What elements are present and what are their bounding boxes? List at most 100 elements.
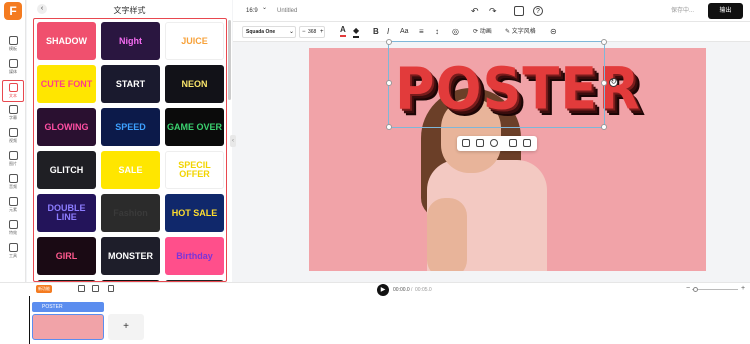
resize-handle[interactable] (601, 124, 607, 130)
rail-item-templates[interactable]: 模板 (2, 34, 24, 56)
align-icon[interactable]: ≡ (419, 22, 424, 42)
text-selection-box[interactable] (386, 39, 607, 130)
panel-title: 文字样式 (113, 6, 146, 15)
highlight-icon[interactable]: ◆ (353, 25, 360, 38)
rail-item-images[interactable]: 图片 (2, 149, 24, 171)
zoom-slider[interactable] (692, 289, 738, 290)
resize-handle[interactable] (601, 80, 607, 86)
app-logo[interactable]: F (4, 2, 22, 20)
zoom-out-icon[interactable]: − (686, 285, 690, 292)
text-style-tile[interactable]: SHADOW (37, 22, 96, 60)
image-icon (8, 151, 18, 160)
zoom-slider-thumb[interactable] (693, 287, 698, 292)
element-quick-toolbar (457, 136, 537, 151)
rail-item-tools[interactable]: 工具 (2, 241, 24, 263)
duplicate-icon[interactable] (509, 139, 517, 147)
resize-handle[interactable] (386, 124, 392, 130)
resize-handle[interactable] (601, 39, 607, 45)
help-icon[interactable]: ? (533, 6, 543, 16)
fit-screen-icon[interactable] (514, 6, 524, 16)
text-style-tile[interactable]: GIRL (37, 237, 96, 275)
font-size-stepper[interactable]: − 368 + (299, 26, 325, 38)
text-style-tile[interactable]: DOUBLE LINE (37, 194, 96, 232)
text-style-tile[interactable]: START (101, 65, 160, 103)
lock-icon[interactable] (490, 139, 498, 147)
delete-icon[interactable] (108, 285, 114, 292)
text-style-tile[interactable]: SPECIL OFFER (165, 151, 224, 189)
minus-icon[interactable]: − (302, 27, 306, 38)
time-separator: / (411, 287, 413, 293)
text-style-tile[interactable]: GAME OVER (165, 108, 224, 146)
text-style-tile-label: SHADOW (46, 35, 87, 46)
resize-handle[interactable] (386, 80, 392, 86)
text-track[interactable]: POSTER (32, 302, 104, 312)
text-style-tile-label: SPEED (115, 121, 146, 132)
resize-handle[interactable] (386, 39, 392, 45)
rail-item-video[interactable]: 视频 (2, 126, 24, 148)
case-icon[interactable]: Aa (400, 22, 409, 42)
panel-scrollbar[interactable] (228, 20, 231, 100)
rail-item-label: 图片 (9, 161, 17, 166)
trash-icon[interactable] (523, 139, 531, 147)
text-style-tile[interactable]: SPEED (101, 108, 160, 146)
more-options-icon[interactable]: ⊝ (550, 22, 557, 42)
text-style-tile[interactable]: SALE (101, 151, 160, 189)
text-style-tile-label: DOUBLE LINE (47, 203, 86, 222)
animation-button[interactable]: ⟳ 动画 (473, 22, 492, 42)
add-clip-button[interactable]: + (108, 314, 144, 340)
text-style-tile[interactable]: MONSTER (101, 237, 160, 275)
export-button[interactable]: 输出 (708, 3, 743, 19)
effects-icon (8, 220, 18, 229)
total-time: 00:05.0 (415, 287, 432, 293)
text-style-tile-label: SALE (118, 164, 143, 175)
text-style-tile-label: GAME OVER (166, 121, 222, 132)
rail-item-elements[interactable]: 元素 (2, 195, 24, 217)
zoom-in-icon[interactable]: + (741, 285, 745, 292)
video-clip[interactable] (32, 314, 104, 340)
text-color-icon[interactable]: A (340, 24, 346, 37)
playback-bar: 新功能 ▶ 00:00.0 / 00:05.0 − + (0, 282, 750, 296)
text-style-tile[interactable]: CUTE FONT (37, 65, 96, 103)
effects-icon[interactable]: ◎ (452, 22, 459, 42)
redo-icon[interactable]: ↷ (489, 1, 497, 21)
rail-item-subtitles[interactable]: 字幕 (2, 103, 24, 125)
collapse-panel-icon[interactable]: ‹ (230, 135, 236, 147)
layer-order-icon[interactable] (462, 139, 470, 147)
text-style-tile-label: HOT SALE (171, 207, 218, 218)
rail-item-audio[interactable]: 音频 (2, 172, 24, 194)
rotate-icon[interactable]: ↻ (609, 78, 618, 87)
text-style-tile[interactable]: HOT SALE (165, 194, 224, 232)
rail-item-effects[interactable]: 特效 (2, 218, 24, 240)
copy-icon[interactable] (92, 285, 99, 292)
undo-icon[interactable]: ↶ (471, 1, 479, 21)
chevron-down-icon: ⌄ (289, 29, 295, 35)
photo-arm (427, 198, 467, 271)
playhead[interactable] (29, 296, 30, 344)
text-style-tile[interactable]: NEON (165, 65, 224, 103)
text-style-tile[interactable]: GLITCH (37, 151, 96, 189)
text-style-tile[interactable]: GLOWING (37, 108, 96, 146)
bold-icon[interactable]: B (373, 22, 379, 42)
plus-icon[interactable]: + (320, 27, 324, 38)
text-style-tile[interactable]: JUICE (165, 22, 224, 60)
font-name: Squada One (246, 29, 276, 35)
track-label: POSTER (42, 304, 63, 310)
text-style-tile[interactable]: Birthday (165, 237, 224, 275)
rail-item-label: 特效 (9, 230, 17, 235)
rail-item-label: 模板 (9, 46, 17, 51)
text-style-tile-label: START (115, 78, 146, 89)
text-style-tile[interactable]: Night (101, 22, 160, 60)
rail-item-text[interactable]: 文本 (2, 80, 24, 102)
layers-icon[interactable] (476, 139, 484, 147)
text-style-button[interactable]: ✎ 文字风格 (505, 22, 536, 42)
spacing-icon[interactable]: ↕ (435, 22, 439, 42)
rail-item-media[interactable]: 媒体 (2, 57, 24, 79)
play-button[interactable]: ▶ (377, 284, 389, 296)
text-style-tile[interactable]: Fashion (101, 194, 160, 232)
text-style-tile-label: Night (119, 35, 142, 46)
document-title[interactable]: Untitled (277, 1, 297, 21)
aspect-ratio-select[interactable]: 16:9 (246, 1, 258, 21)
text-style-icon: ✎ (505, 29, 511, 35)
split-icon[interactable] (78, 285, 85, 292)
font-select[interactable]: Squada One ⌄ (242, 26, 296, 38)
